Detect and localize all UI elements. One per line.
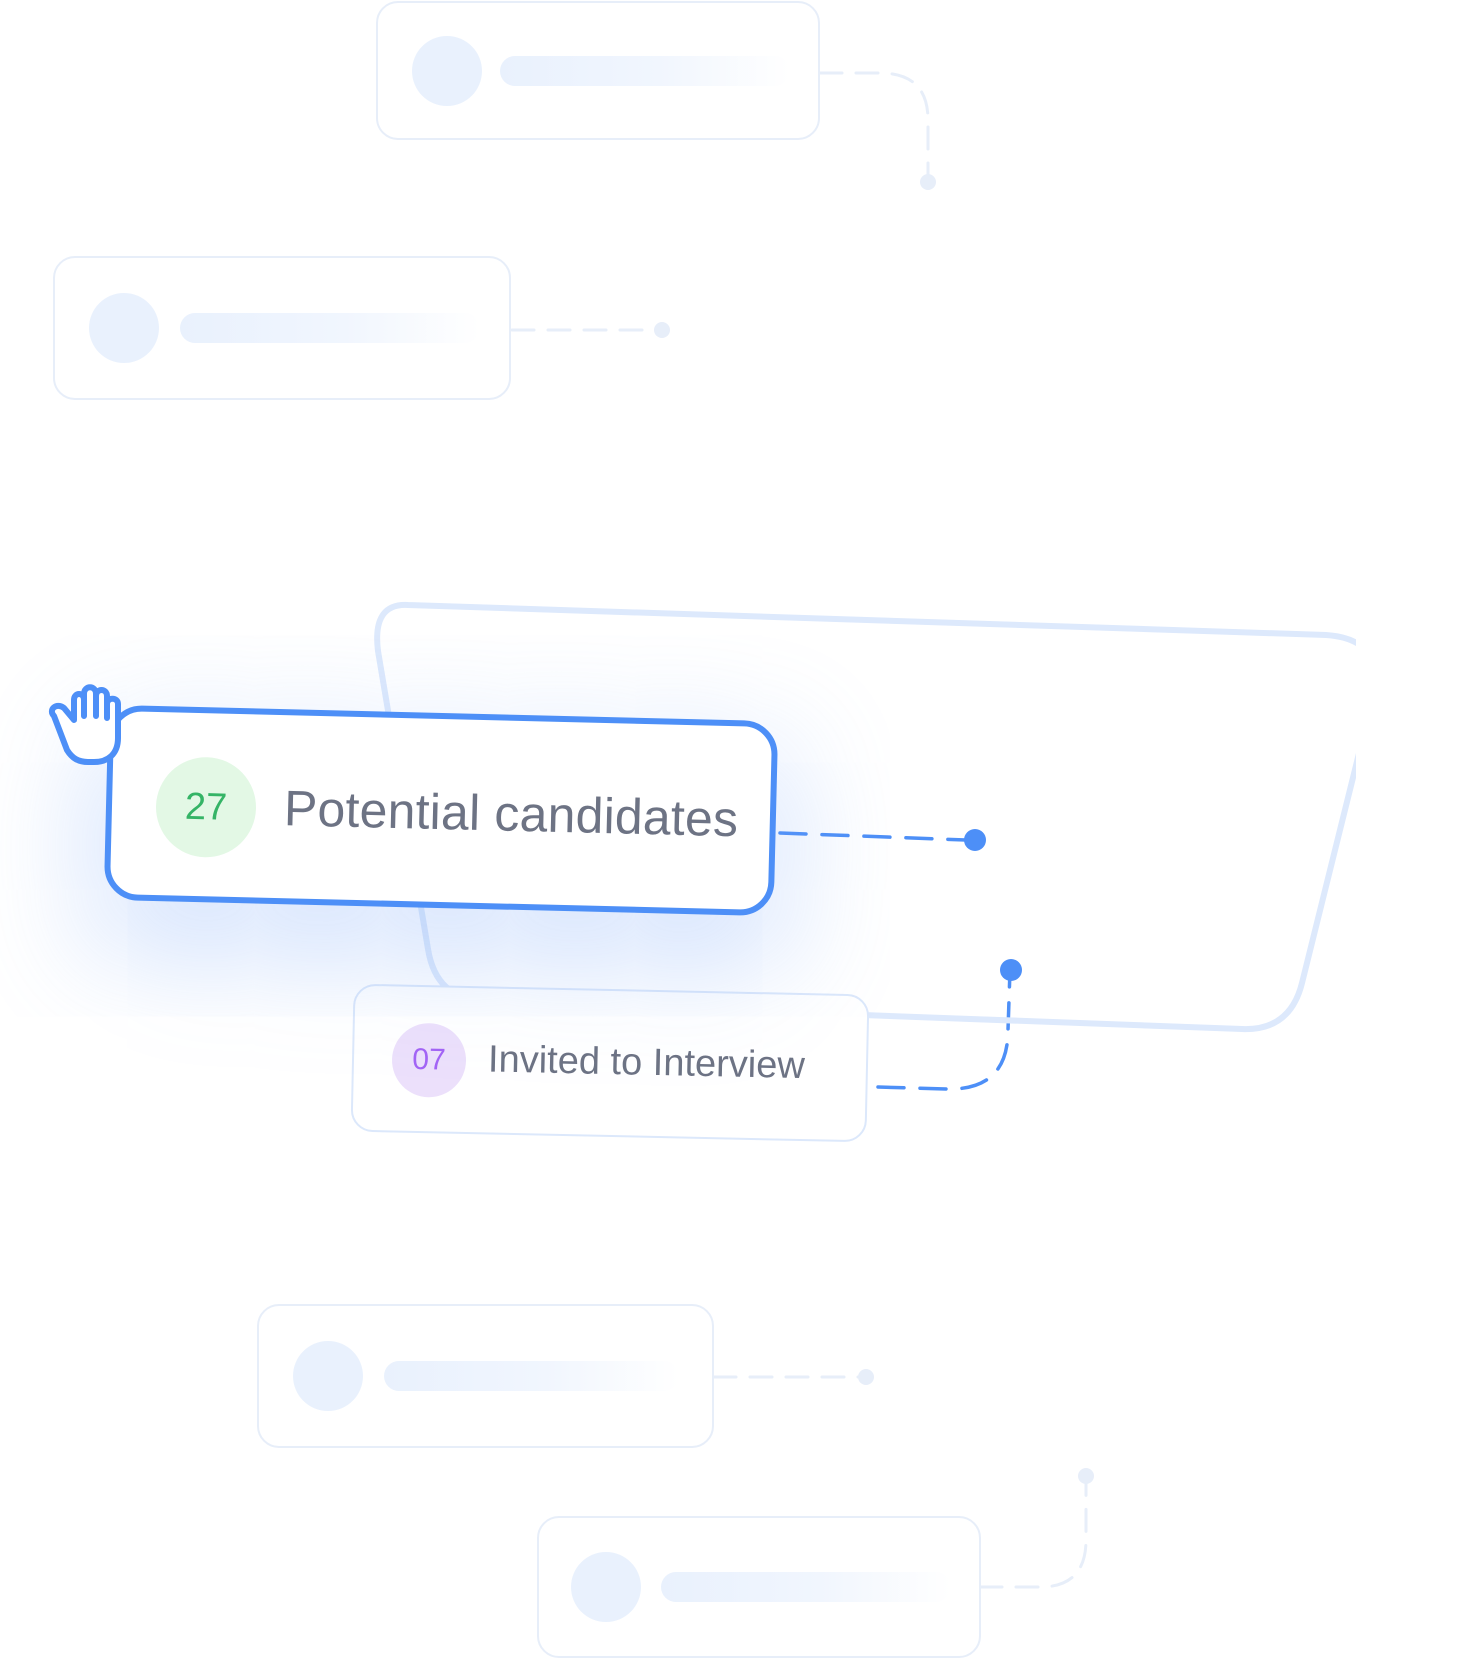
pipeline-canvas: 07 Invited to Interview 27 Potential can… [0,0,1471,1660]
ghost-connector-1 [818,71,930,178]
stage-card-potential-candidates[interactable]: 27 Potential candidates [103,704,779,917]
skeleton-card-4 [537,1516,981,1658]
skeleton-text-bar [661,1572,951,1602]
candidate-count-badge: 07 [391,1022,467,1098]
ghost-connector-4 [978,1480,1088,1589]
ghost-dot-1 [920,174,936,190]
stage-label: Potential candidates [283,780,739,848]
skeleton-card-3 [257,1304,714,1448]
skeleton-text-bar [384,1361,679,1391]
skeleton-card-2 [53,256,511,400]
skeleton-text-bar [500,55,790,86]
ghost-dot-3 [858,1369,874,1385]
stage-label: Invited to Interview [487,1038,806,1088]
skeleton-avatar [412,35,482,106]
ghost-dot-2 [654,322,670,338]
skeleton-avatar [293,1341,363,1411]
ghost-dot-4 [1078,1468,1094,1484]
stage-card-invited[interactable]: 07 Invited to Interview [350,983,870,1143]
candidate-count-badge: 27 [154,756,258,859]
skeleton-avatar [571,1552,641,1622]
skeleton-text-bar [180,313,480,343]
skeleton-avatar [89,293,159,363]
skeleton-card-1 [376,1,820,140]
grab-hand-icon [44,676,150,776]
